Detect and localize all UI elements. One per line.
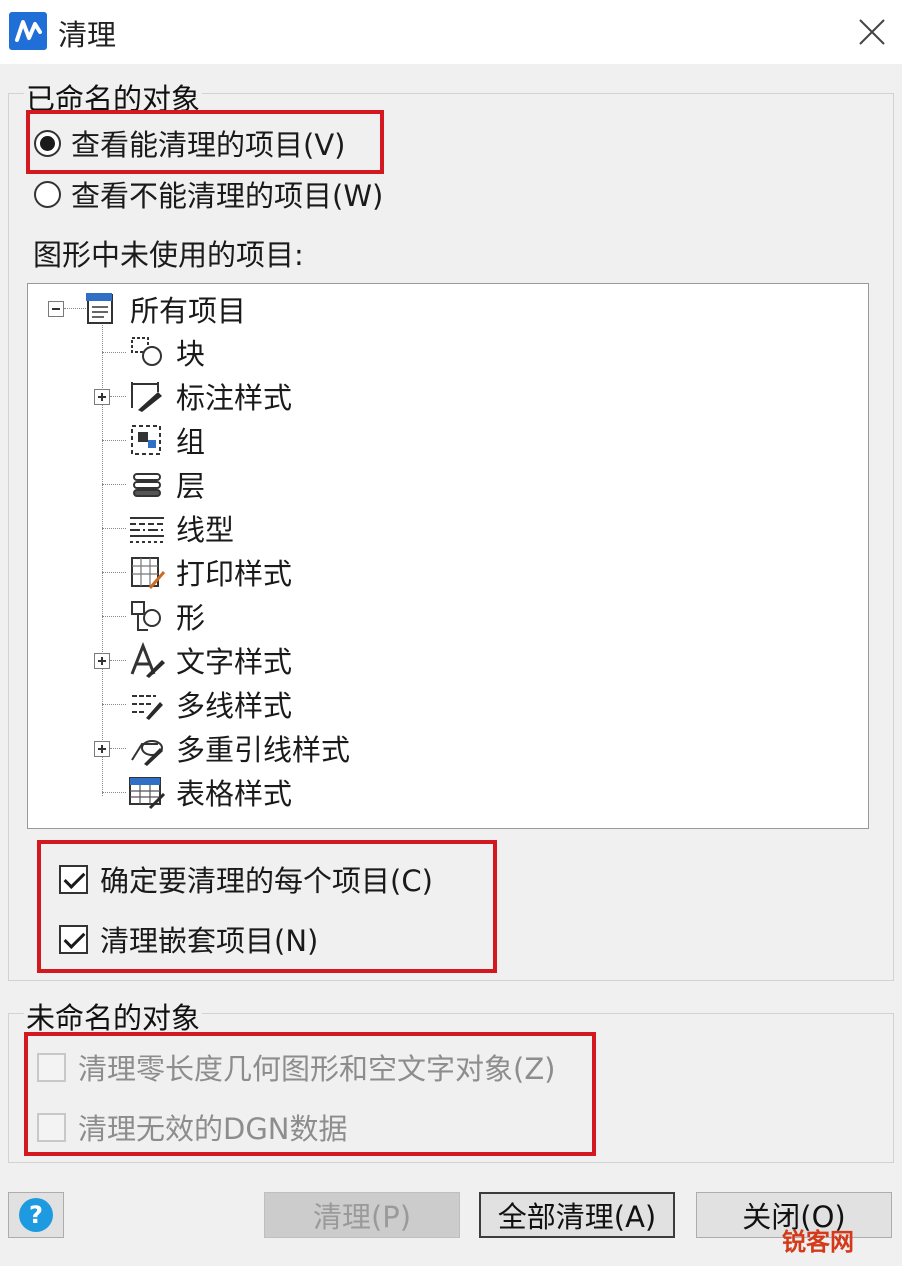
tree-item-plot-style[interactable]: 打印样式: [128, 552, 292, 592]
shape-icon: [131, 601, 161, 631]
block-icon: [131, 337, 162, 366]
plot-style-icon: [131, 557, 166, 589]
tree-connector: [102, 616, 126, 617]
tree-connector: [102, 440, 126, 441]
close-icon[interactable]: [852, 12, 892, 52]
tree-item-layer[interactable]: 层: [128, 464, 205, 504]
expand-icon[interactable]: [94, 653, 110, 669]
view-nonpurgeable-radio[interactable]: 查看不能清理的项目(W): [34, 172, 383, 216]
title-bar: 清理: [0, 0, 902, 64]
layer-icon: [133, 473, 161, 497]
tree-item-table-style[interactable]: 表格样式: [128, 772, 292, 812]
tree-connector: [102, 528, 126, 529]
tree-item-multiline-style[interactable]: 多线样式: [128, 684, 292, 724]
highlight-box-options: [37, 840, 497, 973]
tree-item-text-style[interactable]: 文字样式: [128, 640, 292, 680]
text-style-icon: [130, 642, 165, 678]
expand-icon[interactable]: [94, 741, 110, 757]
tree-item-block[interactable]: 块: [128, 332, 205, 372]
tree-item-multileader-style[interactable]: 多重引线样式: [128, 728, 350, 768]
dimension-style-icon: [131, 382, 162, 412]
table-style-icon: [129, 777, 166, 810]
highlight-box-unnamed: [24, 1032, 596, 1156]
help-icon: ?: [19, 1198, 53, 1232]
unnamed-objects-label: 未命名的对象: [24, 995, 203, 1037]
radio-unselected-icon[interactable]: [34, 180, 61, 208]
multileader-style-icon: [131, 740, 163, 766]
multiline-style-icon: [132, 695, 163, 720]
help-button[interactable]: ?: [8, 1192, 64, 1238]
tree-connector: [110, 660, 126, 661]
highlight-box-radio: [26, 110, 384, 174]
items-tree[interactable]: 所有项目 块 标注样式 组 层 线型 打印样式 形 文字样式 多线样式 多重引线…: [27, 283, 869, 829]
tree-connector: [102, 792, 126, 793]
linetype-icon: [130, 517, 164, 543]
tree-item-shape[interactable]: 形: [128, 596, 205, 636]
collapse-icon[interactable]: [48, 301, 64, 317]
tree-connector: [110, 396, 126, 397]
app-logo-icon: [9, 12, 47, 50]
tree-item-linetype[interactable]: 线型: [128, 508, 234, 548]
tree-connector: [102, 352, 126, 353]
watermark-text: 锐客网: [782, 1228, 854, 1256]
purge-all-button[interactable]: 全部清理(A): [479, 1192, 675, 1238]
svg-text:?: ?: [29, 1201, 43, 1229]
tree-connector: [102, 572, 126, 573]
tree-connector: [102, 704, 126, 705]
window-title: 清理: [58, 18, 117, 52]
tree-item-group[interactable]: 组: [128, 420, 205, 460]
tree-connector: [110, 748, 126, 749]
unused-items-label: 图形中未使用的项目:: [33, 238, 304, 272]
expand-icon[interactable]: [94, 389, 110, 405]
document-icon: [86, 293, 113, 324]
group-icon: [131, 425, 161, 455]
purge-button[interactable]: 清理(P): [264, 1192, 460, 1238]
tree-item-dimension-style[interactable]: 标注样式: [128, 376, 292, 416]
tree-root-item[interactable]: 所有项目: [82, 289, 246, 329]
tree-connector: [102, 484, 126, 485]
